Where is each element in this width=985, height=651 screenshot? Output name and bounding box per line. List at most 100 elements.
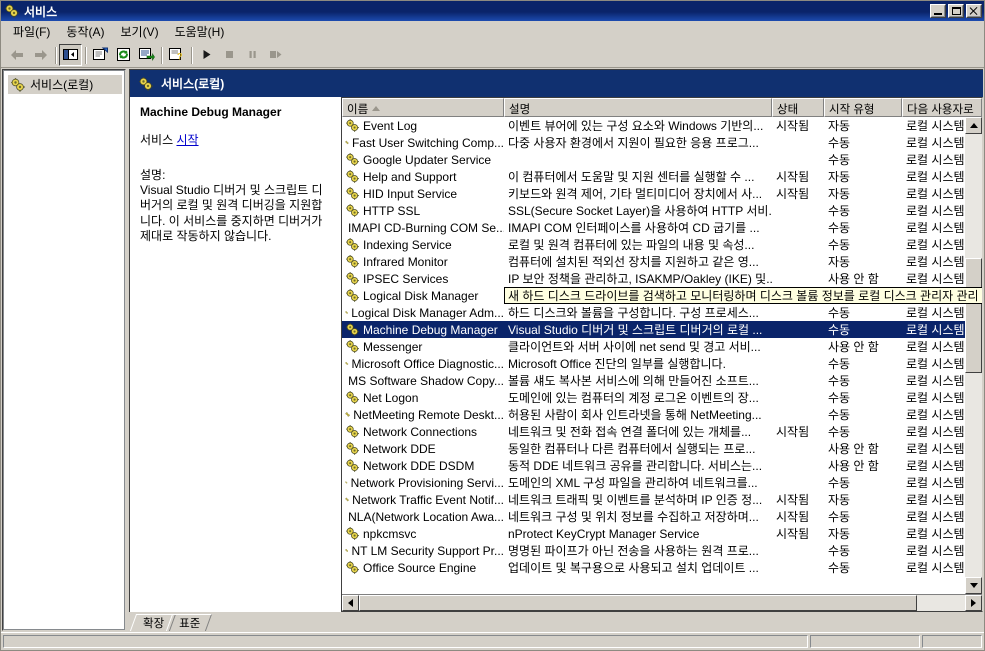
title-bar[interactable]: 서비스	[1, 1, 984, 21]
scroll-down-button[interactable]	[965, 577, 982, 594]
cell-service-name: Net Logon	[342, 389, 504, 406]
back-button[interactable]	[6, 44, 29, 66]
cell-startup-type: 자동	[828, 187, 851, 201]
arrow-left-icon	[11, 49, 23, 60]
service-gear-icon	[346, 323, 359, 336]
cell-description: Microsoft Office 진단의 일부를 실행합니다.	[508, 357, 726, 371]
table-row[interactable]: NT LM Security Support Pr... 명명된 파이프가 아닌 …	[342, 542, 982, 559]
table-row[interactable]: Logical Disk Manager Adm... 하드 디스크와 볼륨을 구…	[342, 304, 982, 321]
table-row[interactable]: Office Source Engine 업데이트 및 복구용으로 사용되고 설치…	[342, 559, 982, 576]
list-body[interactable]: Event Log 이벤트 뷰어에 있는 구성 요소와 Windows 기반의..…	[342, 117, 982, 594]
pause-service-button[interactable]	[241, 44, 264, 66]
cell-service-name: IPSEC Services	[342, 270, 504, 287]
horizontal-scroll-track[interactable]	[359, 595, 965, 611]
table-row[interactable]: Google Updater Service 수동 로컬 시스템	[342, 151, 982, 168]
table-row[interactable]: HID Input Service 키보드와 원격 제어, 기타 멀티미디어 장치…	[342, 185, 982, 202]
refresh-button[interactable]	[112, 44, 135, 66]
cell-description: 도메인의 XML 구성 파일을 관리하여 네트워크를...	[508, 476, 758, 490]
cell-startup-type: 자동	[828, 170, 851, 184]
table-row[interactable]: IMAPI CD-Burning COM Se... IMAPI COM 인터페이…	[342, 219, 982, 236]
services-gear-icon	[11, 77, 25, 92]
tree-pane-icon	[63, 49, 78, 60]
scroll-left-button[interactable]	[342, 595, 359, 611]
service-name-text: Network Connections	[363, 424, 478, 439]
console-tree-pane[interactable]: 서비스(로컬)	[2, 69, 126, 631]
table-row[interactable]: Infrared Monitor 컴퓨터에 설치된 적외선 장치를 지원하고 같은…	[342, 253, 982, 270]
service-name-text: Logical Disk Manager Adm...	[351, 305, 504, 320]
table-row[interactable]: Event Log 이벤트 뷰어에 있는 구성 요소와 Windows 기반의..…	[342, 117, 982, 134]
table-row[interactable]: Messenger 클라이언트와 서버 사이에 net send 및 경고 서비.…	[342, 338, 982, 355]
table-row[interactable]: Fast User Switching Comp... 다중 사용자 환경에서 지…	[342, 134, 982, 151]
table-row[interactable]: NetMeeting Remote Deskt... 허용된 사람이 회사 인트라…	[342, 406, 982, 423]
forward-button[interactable]	[29, 44, 52, 66]
tree-node-services-local[interactable]: 서비스(로컬)	[8, 75, 122, 94]
scroll-up-button[interactable]	[965, 117, 982, 134]
service-name-text: IMAPI CD-Burning COM Se...	[348, 220, 504, 235]
cell-status	[772, 355, 824, 372]
vertical-scrollbar[interactable]	[965, 117, 982, 594]
maximize-button[interactable]	[948, 4, 964, 18]
table-row[interactable]: NLA(Network Location Awa... 네트워크 구성 및 위치 …	[342, 508, 982, 525]
cell-status	[772, 270, 824, 287]
table-row[interactable]: HTTP SSL SSL(Secure Socket Layer)을 사용하여 H…	[342, 202, 982, 219]
cell-service-name: NetMeeting Remote Deskt...	[342, 406, 504, 423]
table-row[interactable]: Network Traffic Event Notif... 네트워크 트래픽 및…	[342, 491, 982, 508]
start-service-link[interactable]: 시작	[176, 133, 198, 147]
column-status[interactable]: 상태	[772, 98, 824, 117]
service-name-text: NT LM Security Support Pr...	[351, 543, 504, 558]
start-service-button[interactable]	[195, 44, 218, 66]
cell-service-name: Network Connections	[342, 423, 504, 440]
table-row[interactable]: Microsoft Office Diagnostic... Microsoft …	[342, 355, 982, 372]
restart-service-button[interactable]	[264, 44, 287, 66]
table-row[interactable]: Help and Support 이 컴퓨터에서 도움말 및 지원 센터를 실행할…	[342, 168, 982, 185]
vertical-scroll-track[interactable]	[965, 134, 982, 577]
column-description[interactable]: 설명	[504, 98, 772, 117]
cell-status	[772, 321, 824, 338]
cell-startup-type: 수동	[828, 323, 851, 337]
table-row[interactable]: Net Logon 도메인에 있는 컴퓨터의 계정 로그온 이벤트의 장... 수동…	[342, 389, 982, 406]
tab-standard[interactable]: 표준	[166, 614, 213, 631]
service-name-text: Network Provisioning Servi...	[350, 475, 504, 490]
svg-text:?: ?	[177, 52, 183, 62]
horizontal-scrollbar[interactable]	[342, 594, 982, 611]
menu-action[interactable]: 동작(A)	[58, 21, 112, 42]
table-row[interactable]: Network DDE DSDM 동적 DDE 네트워크 공유를 관리합니다. 서…	[342, 457, 982, 474]
detail-service-action: 서비스 시작	[140, 131, 331, 148]
table-row[interactable]: Machine Debug Manager Visual Studio 디버거 및…	[342, 321, 982, 338]
table-row[interactable]: npkcmsvc nProtect KeyCrypt Manager Servic…	[342, 525, 982, 542]
cell-description: 명명된 파이프가 아닌 전송을 사용하는 원격 프로...	[508, 544, 759, 558]
table-row[interactable]: Indexing Service 로컬 및 원격 컴퓨터에 있는 파일의 내용 및…	[342, 236, 982, 253]
service-gear-icon	[346, 119, 359, 132]
table-row[interactable]: Network DDE 동일한 컴퓨터나 다른 컴퓨터에서 실행되는 프로... 사…	[342, 440, 982, 457]
show-hide-tree-button[interactable]	[59, 43, 82, 66]
menu-help[interactable]: 도움말(H)	[167, 21, 233, 42]
table-row[interactable]: Network Connections 네트워크 및 전화 접속 연결 폴더에 있…	[342, 423, 982, 440]
table-row[interactable]: MS Software Shadow Copy... 볼륨 섀도 복사본 서비스에…	[342, 372, 982, 389]
export-list-button[interactable]	[135, 44, 158, 66]
table-row[interactable]: Network Provisioning Servi... 도메인의 XML 구성…	[342, 474, 982, 491]
result-pane-banner: 서비스(로컬)	[129, 69, 983, 97]
services-list-view[interactable]: 이름 설명 상태 시작 유형 다음 사용자로 Event Log 이벤트 뷰어에…	[341, 97, 983, 612]
menu-file[interactable]: 파일(F)	[5, 21, 58, 42]
cell-startup-type: 사용 안 함	[828, 272, 879, 286]
cell-startup-type: 수동	[828, 510, 851, 524]
cell-status	[772, 304, 824, 321]
tab-extended[interactable]: 확장	[129, 614, 177, 631]
tab-extended-label: 확장	[143, 618, 165, 630]
horizontal-scroll-thumb[interactable]	[359, 595, 917, 611]
properties-button[interactable]	[89, 44, 112, 66]
stop-service-button[interactable]	[218, 44, 241, 66]
vertical-scroll-thumb[interactable]	[965, 258, 982, 374]
services-console-window: 서비스 파일(F) 동작(A) 보기(V) 도움말(H) ? 서비스(로컬) 서…	[0, 0, 985, 651]
menu-view[interactable]: 보기(V)	[112, 21, 166, 42]
close-button[interactable]	[966, 4, 982, 18]
minimize-button[interactable]	[930, 4, 946, 18]
column-log-on-as[interactable]: 다음 사용자로	[902, 98, 982, 117]
table-row[interactable]: IPSEC Services IP 보안 정책을 관리하고, ISAKMP/Oak…	[342, 270, 982, 287]
scroll-right-button[interactable]	[965, 595, 982, 611]
help-button[interactable]: ?	[165, 44, 188, 66]
column-startup-type[interactable]: 시작 유형	[824, 98, 902, 117]
column-name[interactable]: 이름	[342, 98, 504, 117]
list-rows: Event Log 이벤트 뷰어에 있는 구성 요소와 Windows 기반의..…	[342, 117, 982, 576]
service-gear-icon	[346, 204, 359, 217]
